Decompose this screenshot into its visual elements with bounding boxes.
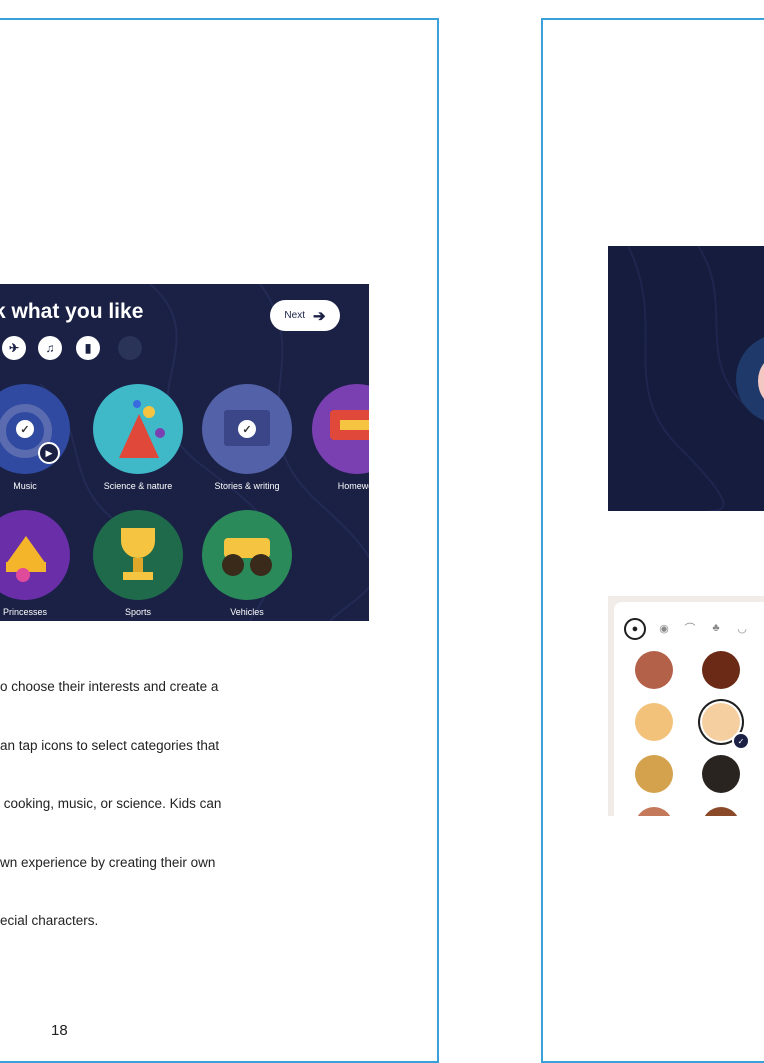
check-icon: ✓ (16, 420, 34, 438)
category-label: Music (13, 481, 37, 491)
category-vehicles[interactable]: Vehicles (200, 510, 294, 617)
caption-line: cooking, music, or science. Kids can (0, 796, 222, 811)
skin-swatch[interactable] (702, 807, 740, 816)
trophy-icon (93, 510, 183, 600)
caption-line: ecial characters. (0, 913, 99, 928)
eyebrow-icon[interactable]: ⌒ (680, 618, 700, 638)
right-page (541, 18, 764, 1063)
mouth-icon[interactable]: ◡ (732, 618, 752, 638)
backpack-icon (312, 384, 369, 474)
caption-line: wn experience by creating their own (0, 854, 216, 870)
next-button[interactable]: Next ➔ (270, 300, 340, 331)
airplane-icon[interactable]: ✈ (2, 336, 26, 360)
category-science-nature[interactable]: Science & nature (91, 384, 185, 491)
skin-swatch[interactable] (635, 651, 673, 689)
monster-truck-icon (202, 510, 292, 600)
category-label: Princesses (2, 607, 47, 617)
next-button-label: Next (284, 310, 305, 321)
eye-icon[interactable]: ◉ (654, 618, 674, 638)
skin-palette-screenshot: ● ◉ ⌒ ♣ ◡ ✓ (608, 596, 764, 816)
check-icon: ✓ (238, 420, 256, 438)
category-label: Sports (124, 607, 151, 617)
category-label: Stories & writing (214, 481, 280, 491)
nose-icon[interactable]: ♣ (706, 618, 726, 638)
music-note-icon[interactable]: ♫ (38, 336, 62, 360)
palette-card: ● ◉ ⌒ ♣ ◡ ✓ (614, 602, 764, 816)
screen-heading: k what you like (0, 300, 144, 323)
book-icon[interactable]: ▮ (76, 336, 100, 360)
skin-swatch[interactable] (635, 703, 673, 741)
category-stories-writing[interactable]: ✓ Stories & writing (200, 384, 294, 491)
headphones-icon: ✓ ▶ (0, 384, 70, 474)
category-music[interactable]: ✓ ▶ Music (0, 384, 72, 491)
skin-swatch[interactable] (702, 651, 740, 689)
category-label: Homewor (337, 481, 369, 491)
skin-swatch[interactable] (702, 755, 740, 793)
flask-icon (93, 384, 183, 474)
crown-icon (0, 510, 70, 600)
category-sports[interactable]: Sports (91, 510, 185, 617)
notebook-icon: ✓ (202, 384, 292, 474)
interests-screenshot: k what you like Next ➔ ✈ ♫ ▮ ✓ ▶ Music S… (0, 284, 369, 621)
category-princesses[interactable]: Princesses (0, 510, 72, 617)
category-homework[interactable]: Homewor (310, 384, 369, 491)
caption-text: o choose their interests and create a an… (0, 638, 340, 950)
skin-swatch[interactable] (635, 755, 673, 793)
face-icon[interactable]: ● (624, 618, 646, 640)
arrow-right-icon: ➔ (312, 307, 326, 325)
caption-line: o choose their interests and create a (0, 679, 219, 694)
skin-swatch[interactable] (635, 807, 673, 816)
check-icon: ✓ (732, 732, 750, 750)
category-label: Vehicles (230, 607, 264, 617)
play-icon[interactable]: ▶ (38, 442, 60, 464)
avatar-screenshot (608, 246, 764, 511)
category-label: Science & nature (103, 481, 173, 491)
placeholder-chip (118, 336, 142, 360)
page-number: 18 (51, 1022, 68, 1039)
caption-line: an tap icons to select categories that (0, 737, 220, 753)
